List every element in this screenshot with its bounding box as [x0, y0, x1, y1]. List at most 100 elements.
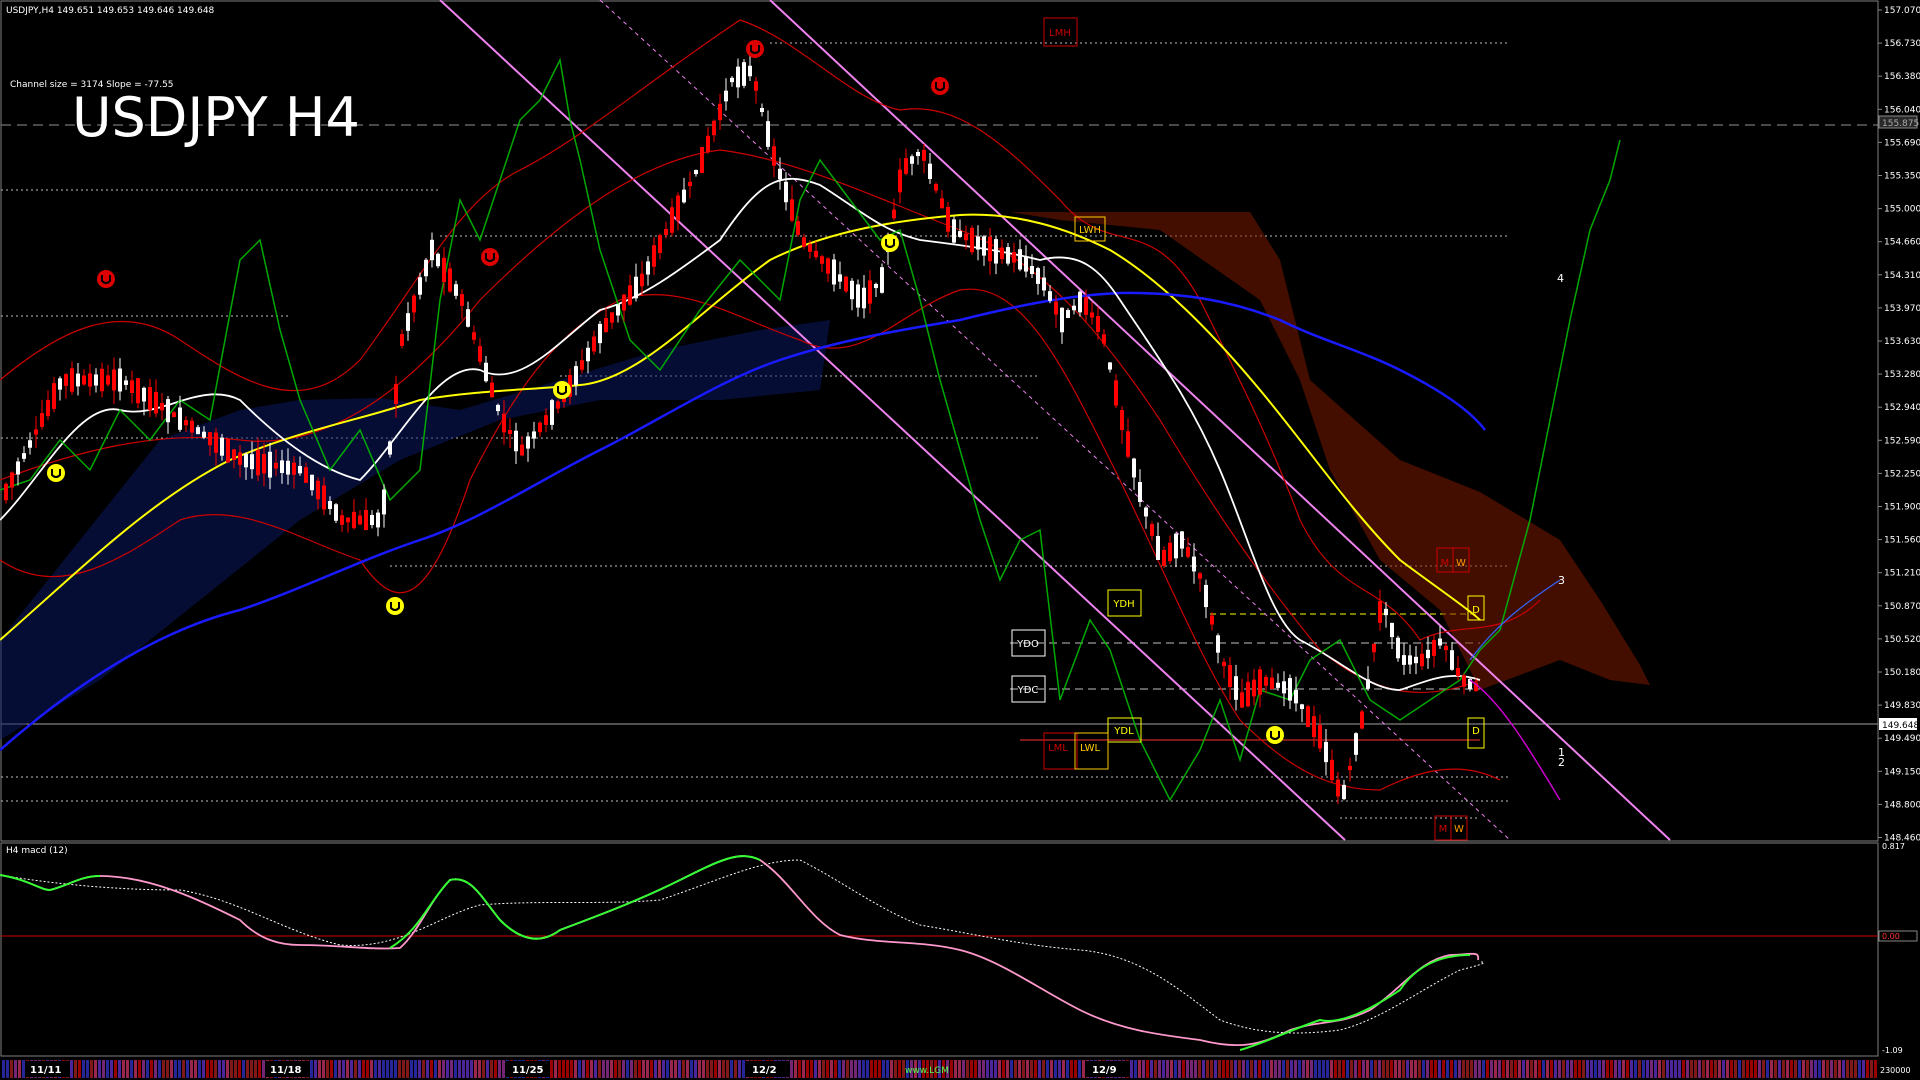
time-axis-stripe	[1190, 1060, 1193, 1078]
time-axis-stripe	[1174, 1060, 1177, 1078]
price-chart[interactable]: LMH LWH YDH YDO YDC YDL LML LWL M W D D …	[0, 0, 1920, 1080]
time-axis-stripe	[554, 1060, 557, 1078]
price-axis-label: 148.800	[1884, 800, 1920, 810]
time-axis-stripe	[1186, 1060, 1189, 1078]
time-axis-stripe	[326, 1060, 329, 1078]
candle-body	[718, 103, 722, 121]
candle-body	[298, 465, 302, 474]
lwl-box-label: LWL	[1080, 743, 1101, 754]
ydo-box-label: YDO	[1016, 639, 1039, 650]
time-axis-stripe	[978, 1060, 981, 1078]
time-axis-stripe	[1638, 1060, 1641, 1078]
time-axis-stripe	[1242, 1060, 1245, 1078]
time-axis-stripe	[1650, 1060, 1653, 1078]
time-axis-stripe	[182, 1060, 185, 1078]
time-axis-stripe	[1278, 1060, 1281, 1078]
time-axis-stripe	[494, 1060, 497, 1078]
candle-body	[370, 514, 374, 526]
time-axis-stripe	[1474, 1060, 1477, 1078]
time-axis-stripe	[70, 1060, 73, 1078]
time-axis-stripe	[258, 1060, 261, 1078]
price-axis-label: 153.280	[1884, 370, 1920, 380]
candle-body	[490, 382, 494, 398]
time-axis-stripe	[1694, 1060, 1697, 1078]
candle-body	[712, 120, 716, 136]
time-axis-stripe	[1282, 1060, 1285, 1078]
time-axis-stripe	[1062, 1060, 1065, 1078]
candle-body	[982, 236, 986, 256]
time-axis-stripe	[1026, 1060, 1029, 1078]
time-axis-stripe	[454, 1060, 457, 1078]
time-axis-stripe	[218, 1060, 221, 1078]
lmh-box-label: LMH	[1049, 28, 1071, 39]
price-axis-label: 156.040	[1884, 105, 1920, 115]
time-axis-stripe	[310, 1060, 313, 1078]
time-axis-stripe	[1842, 1060, 1845, 1078]
candle-body	[616, 304, 620, 316]
candle-body	[1354, 733, 1358, 755]
time-axis-stripe	[1334, 1060, 1337, 1078]
price-axis-label: 150.870	[1884, 602, 1920, 612]
time-axis-stripe	[1862, 1060, 1865, 1078]
time-axis-stripe	[1562, 1060, 1565, 1078]
candle-body	[892, 209, 896, 219]
time-axis-stripe	[790, 1060, 793, 1078]
macd-axis: 0.817 0.00 -1.09	[1878, 842, 1918, 1055]
time-axis-stripe	[250, 1060, 253, 1078]
candle-body	[106, 375, 110, 385]
time-axis-stripe	[146, 1060, 149, 1078]
time-axis-stripe	[214, 1060, 217, 1078]
candle-body	[148, 387, 152, 411]
time-axis-stripe	[434, 1060, 437, 1078]
time-axis-stripe	[466, 1060, 469, 1078]
candle-body	[1450, 650, 1454, 670]
time-axis-stripe	[1626, 1060, 1629, 1078]
time-axis-stripe	[1738, 1060, 1741, 1078]
candle-body	[1318, 724, 1322, 749]
time-axis-stripe	[474, 1060, 477, 1078]
candle-body	[394, 384, 398, 404]
time-axis-stripe	[1270, 1060, 1273, 1078]
time-axis-stripe	[1574, 1060, 1577, 1078]
candle-body	[1054, 301, 1058, 315]
time-axis-stripe	[630, 1060, 633, 1078]
candle-body	[916, 151, 920, 157]
candle-body	[1186, 547, 1190, 557]
price-axis-label: 149.150	[1884, 767, 1920, 777]
candle-body	[904, 158, 908, 174]
time-axis-stripe	[1514, 1060, 1517, 1078]
candle-body	[208, 432, 212, 446]
candle-body	[700, 147, 704, 173]
time-axis-stripe	[486, 1060, 489, 1078]
time-axis-stripe	[1758, 1060, 1761, 1078]
time-axis-stripe	[1646, 1060, 1649, 1078]
time-axis-stripe	[1494, 1060, 1497, 1078]
time-axis-stripe	[450, 1060, 453, 1078]
candle-body	[874, 283, 878, 289]
time-axis-stripe	[810, 1060, 813, 1078]
time-axis-stripe	[1154, 1060, 1157, 1078]
time-axis-stripe	[338, 1060, 341, 1078]
time-axis-stripe	[1066, 1060, 1069, 1078]
time-axis-stripe	[1670, 1060, 1673, 1078]
candle-body	[1120, 410, 1124, 430]
ydc-box-label: YDC	[1017, 685, 1039, 696]
candle-body	[1426, 649, 1430, 659]
candle-body	[538, 422, 542, 433]
time-axis-stripe	[402, 1060, 405, 1078]
time-axis-stripe	[638, 1060, 641, 1078]
time-axis-stripe	[1578, 1060, 1581, 1078]
candle-body	[526, 436, 530, 449]
time-axis-stripe	[1870, 1060, 1873, 1078]
candle-body	[286, 460, 290, 475]
candle-body	[898, 169, 902, 193]
time-axis-stripe	[1654, 1060, 1657, 1078]
time-axis-stripe	[362, 1060, 365, 1078]
time-axis-stripe	[662, 1060, 665, 1078]
time-axis-stripe	[410, 1060, 413, 1078]
candle-body	[280, 460, 284, 473]
time-axis-stripe	[610, 1060, 613, 1078]
time-axis-stripe	[1386, 1060, 1389, 1078]
time-axis-stripe	[1002, 1060, 1005, 1078]
candle-body	[784, 181, 788, 203]
